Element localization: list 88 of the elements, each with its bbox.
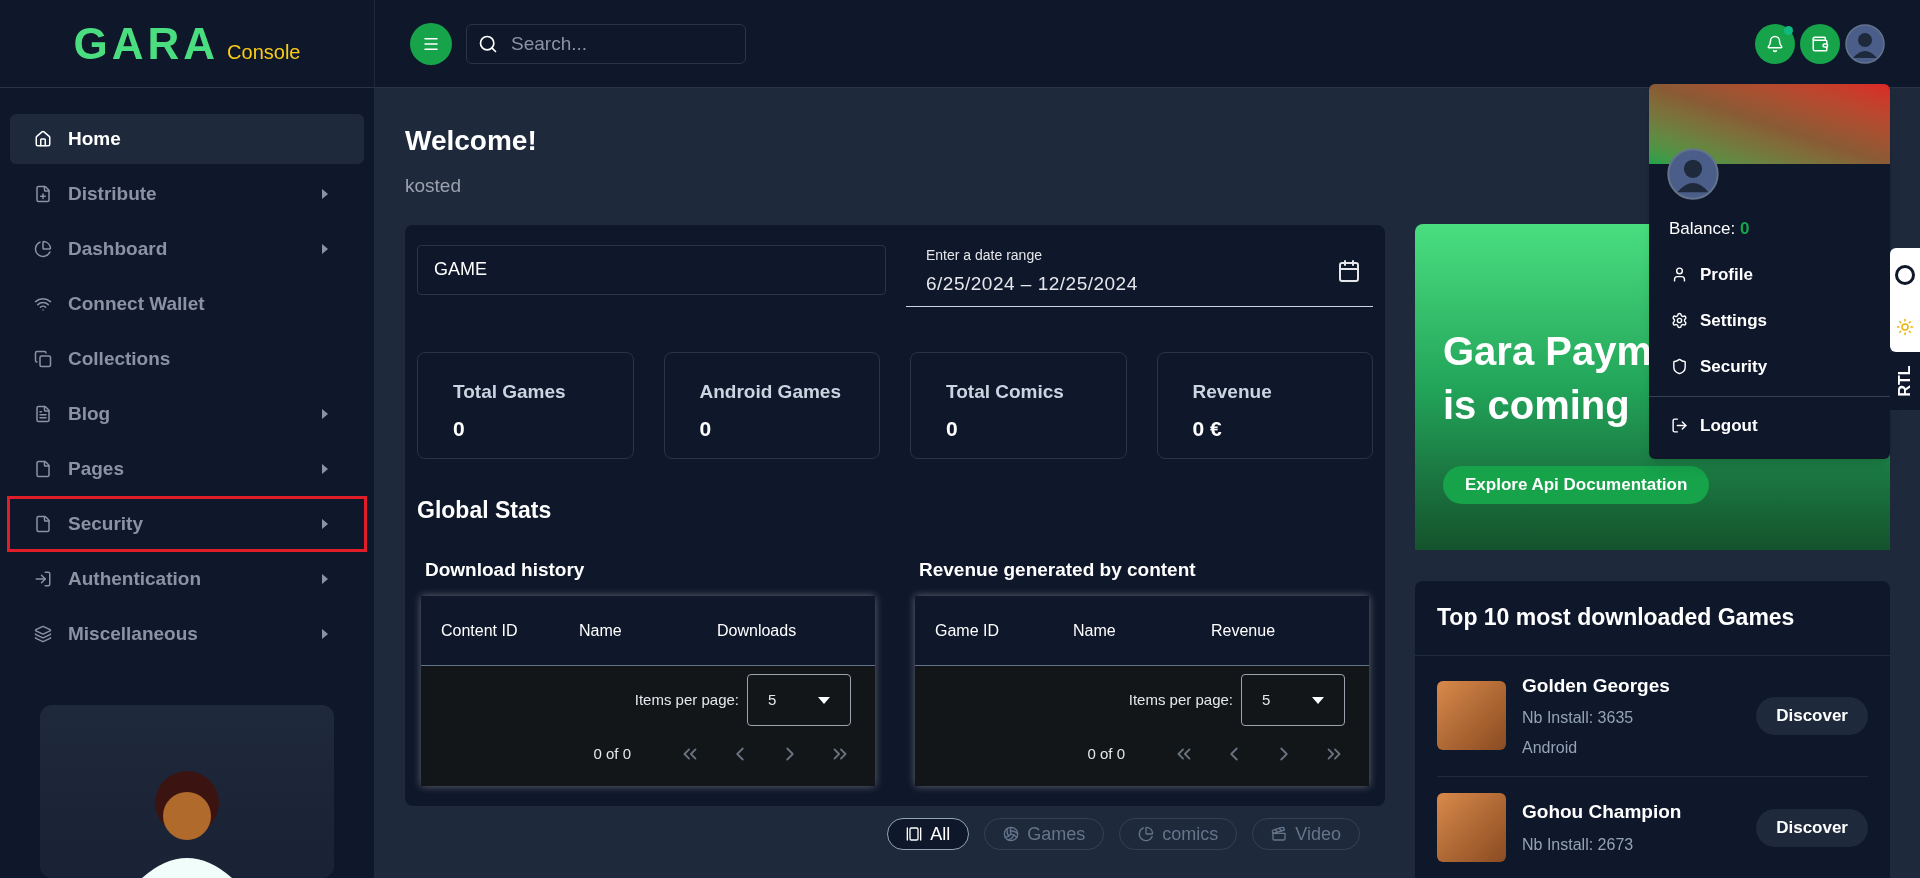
document-icon [34, 405, 52, 423]
sun-icon [1896, 317, 1914, 336]
sidebar-item[interactable]: Miscellaneous [10, 609, 364, 659]
items-per-page-label: Items per page: [1128, 689, 1233, 710]
rtl-tab[interactable]: RTL [1890, 352, 1920, 410]
discover-button[interactable]: Discover [1756, 696, 1868, 735]
wifi-icon [34, 295, 52, 313]
sidebar-item[interactable]: Collections [10, 334, 364, 384]
bell-icon [1766, 34, 1784, 53]
column-header: Name [579, 621, 622, 639]
welcome-title: Welcome! [405, 124, 538, 158]
sidebar-item[interactable]: Pages [10, 444, 364, 494]
card-title: Top 10 most downloaded Games [1415, 580, 1890, 656]
menu-item[interactable]: Profile [1649, 251, 1890, 298]
notification-button[interactable] [1755, 23, 1795, 64]
column-header: Revenue [1211, 621, 1276, 639]
promo-title: is coming [1443, 382, 1630, 429]
home-icon [34, 130, 52, 148]
photo-placeholder [1437, 793, 1506, 862]
stat-label: Total Games [453, 380, 567, 404]
video-icon [1271, 826, 1288, 842]
avatar-icon [1845, 23, 1885, 64]
balance-text: Balance: 0 [1669, 218, 1751, 240]
avatar-button[interactable] [1845, 23, 1885, 64]
caret-icon [818, 696, 830, 704]
table-title: Download history [424, 557, 586, 582]
document-icon [34, 460, 52, 478]
ball-icon [1003, 826, 1020, 842]
items-per-page-label: Items per page: [634, 689, 739, 710]
shield-icon [1671, 358, 1688, 375]
stat-value: 0 € [1192, 415, 1223, 442]
login-icon [34, 570, 52, 588]
wallet-icon [1811, 34, 1829, 53]
sidebar-item[interactable]: Home [10, 114, 364, 164]
user-icon [1671, 266, 1688, 283]
column-header: Name [1073, 621, 1116, 639]
copy-icon [34, 350, 52, 368]
stat-value: 0 [453, 415, 466, 442]
sidebar-item[interactable]: Distribute [10, 169, 364, 219]
category-field[interactable]: GAME [417, 244, 886, 295]
page-range: 0 of 0 [593, 743, 631, 764]
section-title: Global Stats [417, 496, 553, 525]
sidebar-item[interactable]: Connect Wallet [10, 279, 364, 329]
pie-chart-icon [34, 240, 52, 258]
search-field[interactable]: Search... [466, 23, 746, 64]
menu-button[interactable] [410, 22, 452, 65]
column-header: Content ID [441, 621, 518, 639]
layers-icon [34, 625, 52, 643]
logo-suffix: Console [227, 39, 301, 65]
table-title: Revenue generated by content [918, 557, 1197, 582]
stat-value: 0 [946, 415, 959, 442]
stat-label: Revenue [1192, 380, 1273, 404]
page-range: 0 of 0 [1087, 743, 1125, 764]
game-installs: Nb Install: 3635 [1522, 708, 1635, 728]
theme-toggle[interactable] [1890, 248, 1920, 352]
content-tab[interactable]: All [887, 818, 970, 850]
document-icon [34, 515, 52, 533]
sidebar-item[interactable]: Dashboard [10, 224, 364, 274]
game-installs: Nb Install: 2673 [1522, 834, 1635, 855]
settings-icon [1671, 312, 1688, 329]
caret-icon [1312, 696, 1324, 704]
avatar-icon [1667, 148, 1719, 200]
items-per-page-select[interactable]: 5 [747, 674, 851, 726]
file-plus-icon [34, 185, 52, 203]
game-name: Gohou Champion [1522, 800, 1683, 825]
photo-placeholder [1437, 681, 1506, 751]
pie-chart-icon [1138, 826, 1155, 842]
game-platform: Android [1522, 738, 1579, 758]
items-per-page-select[interactable]: 5 [1241, 674, 1345, 726]
column-header: Downloads [717, 621, 797, 639]
sidebar-item[interactable]: Blog [10, 389, 364, 439]
logo-text: GARA [73, 17, 220, 70]
discover-button[interactable]: Discover [1756, 808, 1868, 847]
date-range-field[interactable]: Enter a date range 6/25/2024 – 12/25/2024 [906, 244, 1373, 307]
stat-label: Android Games [699, 380, 842, 404]
sidebar-item[interactable]: Security [10, 499, 364, 549]
welcome-subtitle: kosted [405, 174, 462, 198]
column-header: Game ID [935, 621, 999, 639]
sidebar-item[interactable]: Authentication [10, 554, 364, 604]
logout-item[interactable]: Logout [1649, 402, 1890, 449]
game-name: Golden Georges [1522, 673, 1671, 698]
stat-value: 0 [699, 415, 713, 442]
stat-label: Total Comics [946, 380, 1065, 404]
wallet-button[interactable] [1800, 23, 1840, 64]
logout-icon [1671, 417, 1688, 434]
search-icon [478, 33, 498, 54]
cards-icon [906, 826, 923, 842]
calendar-icon[interactable] [1337, 259, 1361, 284]
